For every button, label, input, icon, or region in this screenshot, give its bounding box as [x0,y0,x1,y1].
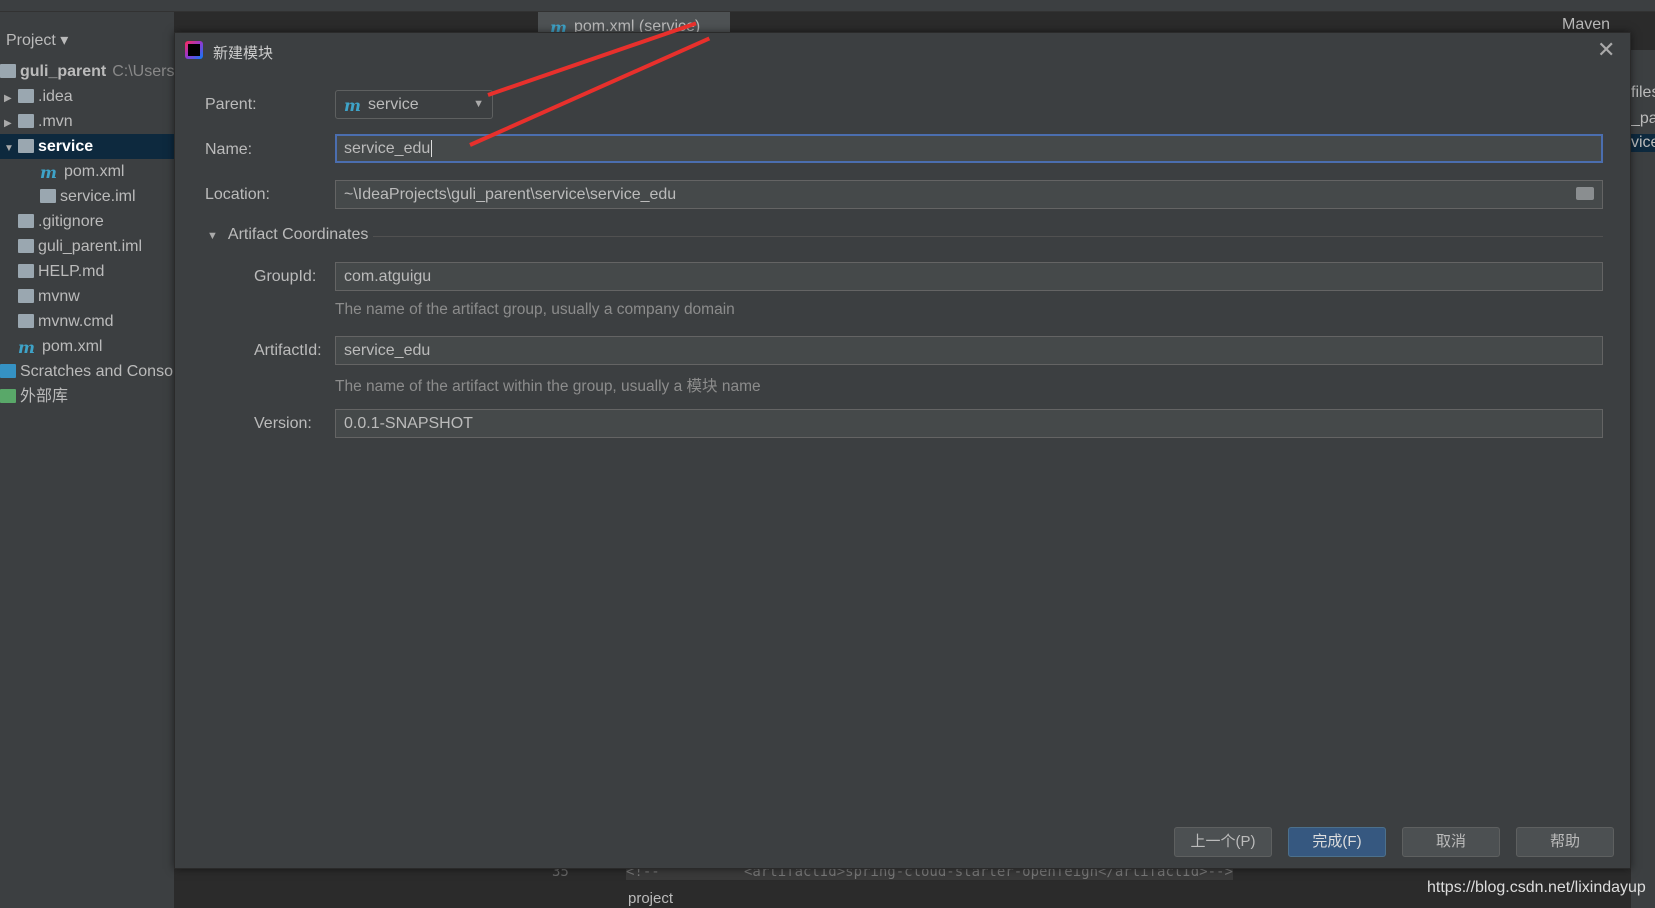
tree-item-label: .mvn [38,113,73,130]
version-input[interactable]: 0.0.1-SNAPSHOT [335,409,1603,438]
tree-item-label: Scratches and Consoles [20,363,174,380]
expand-arrow-icon[interactable]: ▶ [4,86,18,109]
module-folder-icon [0,64,16,78]
project-view-selector[interactable]: Project ▾ [6,30,68,50]
artifactid-input[interactable]: service_edu [335,336,1603,365]
shell-file-icon [18,289,34,303]
tree-item-label: mvnw.cmd [38,313,114,330]
markdown-file-icon [18,264,34,278]
tree-item-label: guli_parent [20,63,107,80]
text-cursor [431,140,433,157]
tree-item[interactable]: ▶ .idea [0,84,174,109]
tree-item[interactable]: mvnw [0,284,174,309]
gitignore-file-icon [18,214,34,228]
ide-toolbar [0,0,1655,12]
location-label: Location: [205,186,270,203]
folder-icon [18,114,34,128]
editor-tab[interactable]: m pom.xml (service) [538,12,730,32]
tree-item-label: HELP.md [38,263,105,280]
maven-icon: m [40,163,57,182]
tree-item-label: service [38,138,94,155]
dialog-title: 新建模块 [213,45,274,62]
tree-item[interactable]: ▼ service [0,134,174,159]
maven-icon: m [18,338,35,357]
tree-item[interactable]: service.iml [0,184,174,209]
expand-arrow-icon[interactable]: ▶ [4,111,18,134]
module-folder-icon [18,139,34,153]
tree-item-label: service.iml [60,188,136,205]
text-file-icon [18,314,34,328]
tree-item[interactable]: guli_parent.iml [0,234,174,259]
iml-file-icon [18,239,34,253]
maven-item[interactable]: vice [1631,134,1655,152]
maven-icon: m [550,18,567,32]
expand-arrow-icon[interactable]: ▼ [4,136,18,159]
library-icon [0,389,16,403]
location-input[interactable]: ~\IdeaProjects\guli_parent\service\servi… [335,180,1603,209]
parent-label: Parent: [205,96,257,113]
tree-item-label: .gitignore [38,213,104,230]
tree-item-path: C:\Users\ [112,63,174,80]
previous-button[interactable]: 上一个(P) [1174,827,1272,857]
tree-item[interactable]: m pom.xml [0,159,174,184]
watermark: https://blog.csdn.net/lixindayup [1427,879,1646,896]
artifact-coordinates-toggle[interactable]: ▼ Artifact Coordinates [207,226,368,244]
tree-item[interactable]: Scratches and Consoles [0,359,174,384]
name-input[interactable]: service_edu [335,134,1603,163]
new-module-dialog: 新建模块 ✕ Parent: m service ▼ Name: service_… [174,32,1631,869]
tree-item[interactable]: guli_parent C:\Users\ [0,59,174,84]
tree-item[interactable]: 外部库 [0,384,174,409]
artifactid-help: The name of the artifact within the grou… [335,378,761,395]
tree-item-label: guli_parent.iml [38,238,143,255]
intellij-logo-icon [185,41,203,59]
iml-file-icon [40,189,56,203]
maven-icon: m [344,96,361,115]
close-icon[interactable]: ✕ [1597,37,1615,63]
editor-breadcrumb[interactable]: project [628,890,673,907]
parent-dropdown[interactable]: m service ▼ [335,90,493,119]
tree-item-label: pom.xml [64,163,125,180]
tree-item[interactable]: mvnw.cmd [0,309,174,334]
tree-item[interactable]: m pom.xml [0,334,174,359]
scratches-icon [0,364,16,378]
groupid-input[interactable]: com.atguigu [335,262,1603,291]
artifactid-label: ArtifactId: [254,342,322,359]
tree-item[interactable]: HELP.md [0,259,174,284]
tree-item-label: .idea [38,88,73,105]
cancel-button[interactable]: 取消 [1402,827,1500,857]
maven-panel: files _pa vice [1631,50,1655,908]
maven-item[interactable]: files [1631,84,1655,102]
groupid-help: The name of the artifact group, usually … [335,301,735,318]
finish-button[interactable]: 完成(F) [1288,827,1386,857]
tree-item[interactable]: ▶ .mvn [0,109,174,134]
chevron-down-icon: ▼ [473,98,484,110]
version-label: Version: [254,415,312,432]
browse-folder-icon[interactable] [1576,187,1594,200]
name-label: Name: [205,141,253,158]
tree-item-label: mvnw [38,288,80,305]
section-divider [373,236,1603,237]
help-button[interactable]: 帮助 [1516,827,1614,857]
folder-icon [18,89,34,103]
project-tool-window: Project ▾ guli_parent C:\Users\ ▶ .idea ▶ .mv… [0,12,174,908]
collapse-triangle-icon: ▼ [207,230,218,242]
tree-item-label: 外部库 [20,388,69,405]
groupid-label: GroupId: [254,268,317,285]
tree-item-label: pom.xml [42,338,103,355]
maven-item[interactable]: _pa [1631,110,1655,128]
tree-item[interactable]: .gitignore [0,209,174,234]
